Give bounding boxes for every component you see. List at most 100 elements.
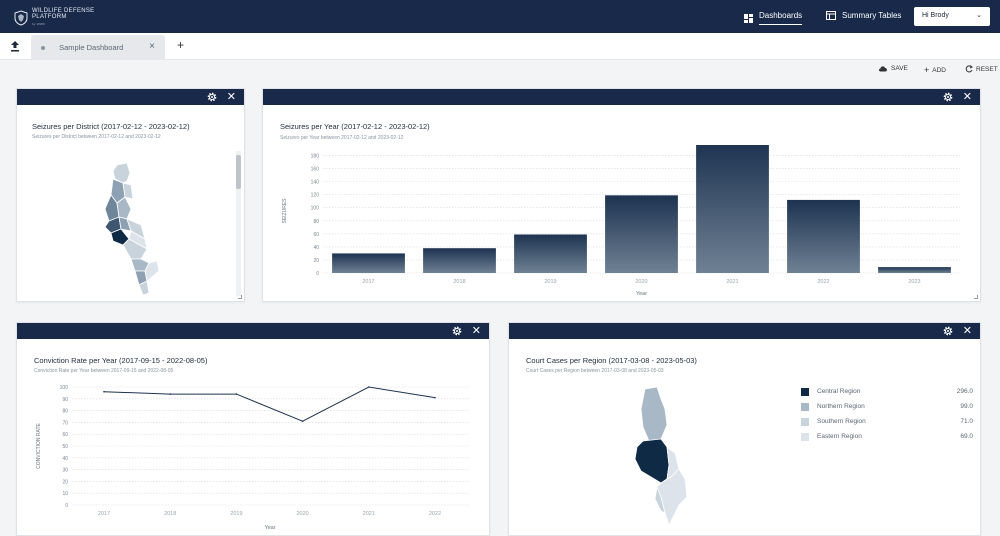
tab-status-dot: [41, 46, 45, 51]
legend-swatch: [801, 388, 809, 396]
x-tick-label: 2020: [296, 511, 308, 517]
y-tick-label: 40: [62, 456, 68, 462]
panel-title: Seizures per District (2017-02-12 - 2023…: [32, 122, 190, 131]
legend-item: Southern Region 71.0: [801, 417, 973, 429]
bar: [696, 145, 769, 273]
x-tick-label: 2021: [726, 279, 738, 285]
y-tick-label: 40: [313, 245, 319, 251]
seizures-bar-chart: 0 20 40 60 80 100 120 140 160 180 2017 2018 2019 2020…: [282, 145, 960, 297]
data-point: [103, 390, 105, 393]
nav-dashboards[interactable]: Dashboards: [744, 11, 803, 25]
save-button[interactable]: SAVE: [878, 65, 908, 72]
data-point: [434, 396, 436, 399]
add-label: ADD: [932, 66, 946, 74]
y-tick-label: 80: [313, 219, 319, 225]
add-widget-button[interactable]: + ADD: [924, 65, 946, 75]
y-tick-label: 60: [62, 432, 68, 438]
resize-handle[interactable]: [238, 295, 242, 299]
bar: [514, 234, 587, 273]
reset-icon: [965, 65, 973, 73]
y-tick-label: 0: [65, 503, 68, 509]
close-icon[interactable]: ✕: [963, 323, 972, 339]
chevron-down-icon: ⌄: [976, 12, 982, 19]
reset-label: RESET: [976, 65, 998, 73]
panel-subtitle: Court Cases per Region between 2017-03-0…: [526, 368, 664, 374]
gear-icon[interactable]: [451, 325, 463, 337]
gear-icon[interactable]: [942, 91, 954, 103]
user-menu-select[interactable]: Hi Brody ⌄: [914, 7, 990, 26]
y-tick-label: 160: [311, 167, 320, 173]
district-map: [104, 163, 160, 295]
conviction-line-chart: 0 10 20 30 40 50 60 70 80 90 100 2017 2018 2019 2020 20…: [36, 385, 469, 531]
save-label: SAVE: [891, 65, 908, 72]
legend-swatch: [801, 403, 809, 411]
legend-swatch: [801, 433, 809, 441]
y-axis-label: SEIZURES: [282, 198, 288, 224]
y-tick-label: 0: [316, 271, 319, 277]
scrollbar-thumb[interactable]: [236, 155, 241, 189]
y-tick-label: 100: [60, 385, 69, 391]
logo-sub: by WWF: [32, 22, 46, 26]
nav-summary-tables-label: Summary Tables: [842, 11, 902, 20]
legend-item: Central Region 296.0: [801, 387, 973, 399]
x-tick-label: 2017: [362, 279, 374, 285]
legend-label: Southern Region: [817, 418, 866, 425]
x-tick-label: 2019: [230, 511, 242, 517]
bar: [332, 253, 405, 273]
y-axis-label: CONVICTION RATE: [36, 422, 42, 468]
region-legend: Central Region 296.0 Northern Region 99.…: [801, 387, 973, 447]
legend-item: Eastern Region 69.0: [801, 432, 973, 444]
y-tick-label: 100: [311, 206, 320, 212]
x-tick-label: 2019: [544, 279, 556, 285]
y-tick-label: 50: [62, 444, 68, 450]
reset-button[interactable]: RESET: [965, 65, 998, 73]
legend-value: 69.0: [960, 433, 973, 440]
legend-value: 99.0: [960, 403, 973, 410]
tab-sample-dashboard[interactable]: Sample Dashboard ×: [31, 35, 165, 60]
x-tick-label: 2021: [363, 511, 375, 517]
upload-icon[interactable]: [9, 39, 21, 53]
cloud-upload-icon: [879, 66, 887, 72]
dashboard-grid-icon: [744, 13, 753, 23]
series-line: [103, 386, 436, 422]
dashboard-tab-bar: Sample Dashboard × +: [0, 33, 1000, 60]
legend-item: Northern Region 99.0: [801, 402, 973, 414]
court-cases-panel: ✕ Court Cases per Region (2017-03-08 - 2…: [508, 322, 981, 536]
top-navigation-bar: WILDLIFE DEFENSE PLATFORM by WWF Dashboa…: [0, 0, 1000, 33]
y-tick-label: 140: [311, 180, 320, 186]
close-icon[interactable]: ✕: [227, 89, 236, 105]
legend-swatch: [801, 418, 809, 426]
gear-icon[interactable]: [942, 325, 954, 337]
logo-line2: PLATFORM: [32, 14, 67, 20]
panel-subtitle: Seizures per District between 2017-02-12…: [32, 134, 161, 140]
user-greeting: Hi Brody: [922, 12, 949, 19]
close-tab-icon[interactable]: ×: [149, 41, 155, 52]
data-point: [235, 393, 238, 395]
x-tick-label: 2018: [164, 511, 176, 517]
panel-title: Conviction Rate per Year (2017-09-15 - 2…: [34, 356, 208, 365]
resize-handle[interactable]: [974, 295, 978, 299]
panel-subtitle: Seizures per Year between 2017-02-12 and…: [280, 135, 404, 141]
y-tick-label: 20: [313, 258, 319, 264]
y-tick-label: 80: [62, 409, 68, 415]
add-tab-button[interactable]: +: [177, 38, 184, 52]
close-icon[interactable]: ✕: [963, 89, 972, 105]
x-tick-label: 2022: [817, 279, 829, 285]
legend-value: 296.0: [956, 388, 973, 395]
legend-label: Central Region: [817, 388, 861, 395]
region-map: [634, 387, 688, 527]
y-tick-label: 10: [62, 491, 68, 497]
close-icon[interactable]: ✕: [472, 323, 481, 339]
bar: [878, 267, 951, 273]
seizures-per-year-panel: ✕ Seizures per Year (2017-02-12 - 2023-0…: [262, 88, 981, 302]
y-tick-label: 120: [311, 193, 320, 199]
x-tick-label: 2018: [453, 279, 465, 285]
app-logo[interactable]: WILDLIFE DEFENSE PLATFORM by WWF: [14, 8, 102, 27]
panel-title: Seizures per Year (2017-02-12 - 2023-02-…: [280, 122, 430, 131]
y-tick-label: 20: [62, 479, 68, 485]
x-tick-label: 2020: [635, 279, 647, 285]
nav-summary-tables[interactable]: Summary Tables: [826, 11, 901, 20]
gear-icon[interactable]: [206, 91, 218, 103]
scrollbar-track[interactable]: [236, 151, 241, 296]
x-tick-label: 2022: [429, 511, 441, 517]
